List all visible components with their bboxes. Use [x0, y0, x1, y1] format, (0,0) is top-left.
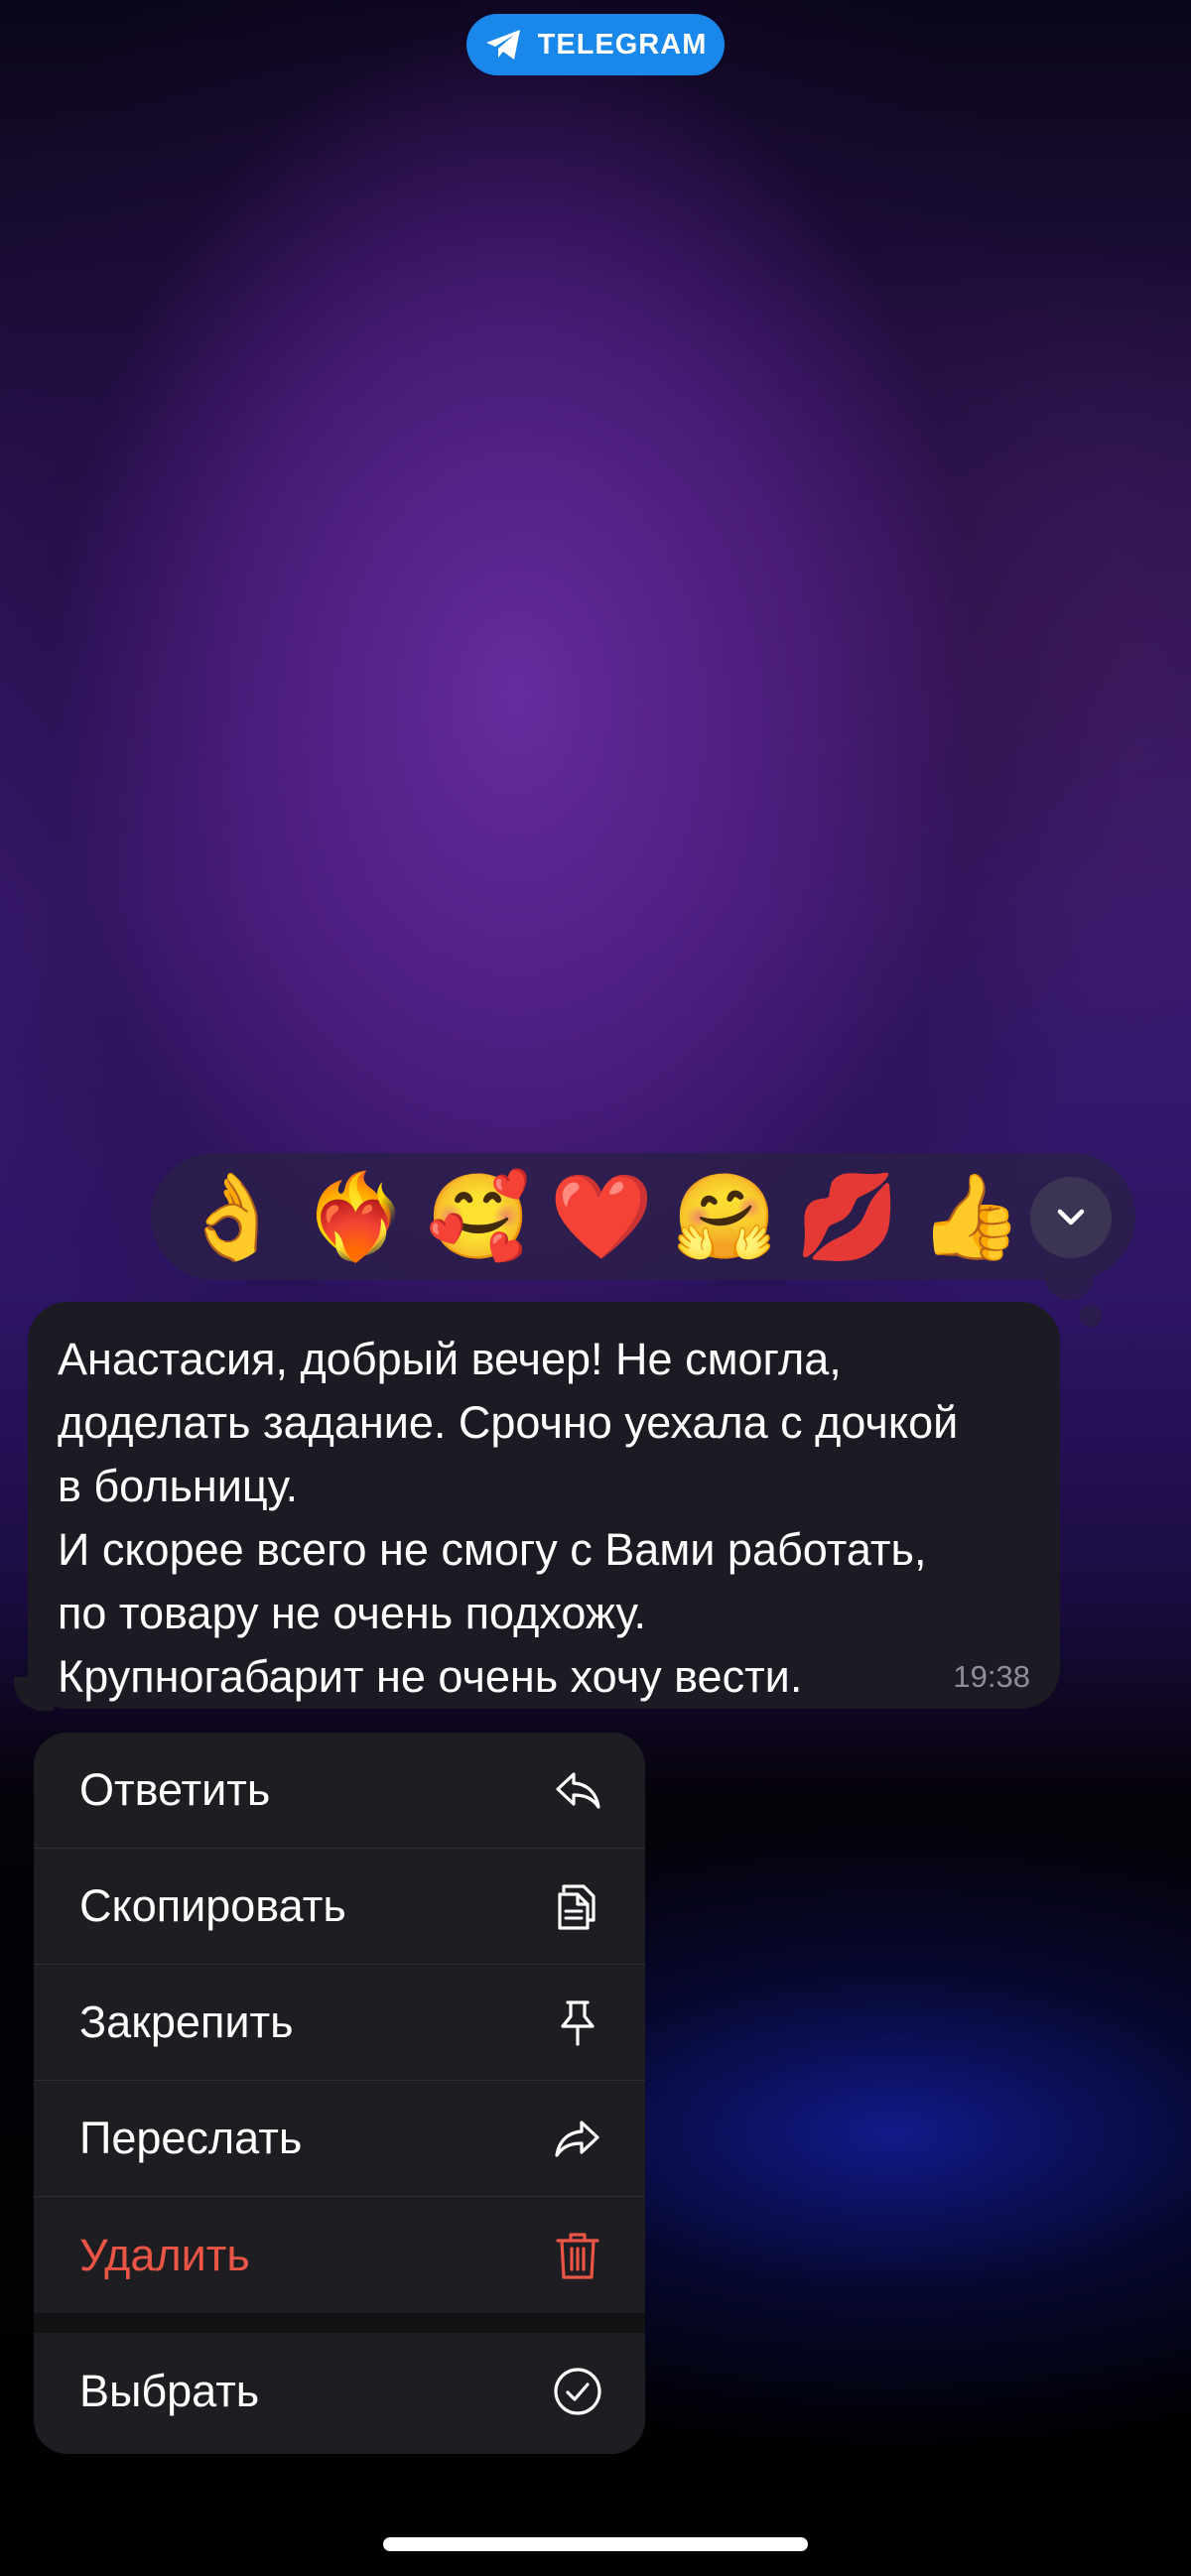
forward-icon — [555, 2121, 599, 2157]
menu-item-delete[interactable]: Удалить — [34, 2197, 645, 2313]
message-bubble[interactable]: Анастасия, добрый вечер! Не смогла, доде… — [28, 1302, 1060, 1709]
menu-item-label: Выбрать — [79, 2365, 260, 2416]
telegram-screen: TELEGRAM 👌 ❤️‍🔥 🥰 ❤️ 🤗 💋 👍 Анастасия, до… — [0, 0, 1191, 2576]
reaction-ok-hand[interactable]: 👌 — [171, 1155, 294, 1278]
menu-item-copy[interactable]: Скопировать — [34, 1849, 645, 1965]
home-indicator[interactable] — [383, 2537, 808, 2551]
menu-item-label: Скопировать — [79, 1880, 346, 1931]
chevron-down-icon — [1057, 1209, 1085, 1225]
reply-icon — [556, 1772, 600, 1809]
menu-item-label: Ответить — [79, 1764, 271, 1815]
telegram-badge: TELEGRAM — [466, 14, 725, 75]
reaction-bar: 👌 ❤️‍🔥 🥰 ❤️ 🤗 💋 👍 — [151, 1153, 1135, 1280]
brand-label: TELEGRAM — [537, 28, 708, 61]
message-time: 19:38 — [953, 1659, 1030, 1694]
menu-item-reply[interactable]: Ответить — [34, 1733, 645, 1849]
telegram-plane-icon — [485, 30, 520, 60]
menu-item-pin[interactable]: Закрепить — [34, 1965, 645, 2081]
menu-item-label: Удалить — [79, 2229, 250, 2280]
checkmark-circle-icon — [554, 2367, 601, 2415]
reaction-hugging-face[interactable]: 🤗 — [663, 1155, 786, 1278]
message-context-menu: Ответить Скопировать Закрепить Переслать — [34, 1733, 645, 2454]
reaction-thumbs-up[interactable]: 👍 — [909, 1155, 1032, 1278]
trash-icon — [556, 2232, 599, 2279]
pin-icon — [561, 2000, 595, 2046]
copy-icon — [558, 1884, 596, 1930]
reaction-red-heart[interactable]: ❤️ — [540, 1155, 663, 1278]
menu-item-forward[interactable]: Переслать — [34, 2081, 645, 2197]
menu-item-select[interactable]: Выбрать — [34, 2333, 645, 2449]
reaction-heart-on-fire[interactable]: ❤️‍🔥 — [294, 1155, 417, 1278]
message-text: Анастасия, добрый вечер! Не смогла, доде… — [58, 1334, 959, 1702]
reaction-kiss-mark[interactable]: 💋 — [786, 1155, 909, 1278]
menu-separator — [34, 2313, 645, 2333]
menu-item-label: Переслать — [79, 2113, 303, 2163]
reaction-bar-tail-dot — [1080, 1305, 1102, 1327]
expand-reactions-button[interactable] — [1030, 1177, 1112, 1258]
reaction-smiling-face-with-hearts[interactable]: 🥰 — [417, 1155, 540, 1278]
menu-item-label: Закрепить — [79, 1996, 294, 2047]
